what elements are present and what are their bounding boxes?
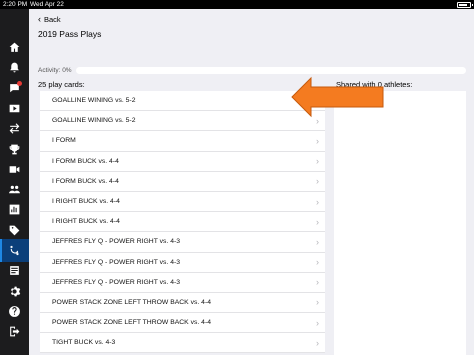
- sidebar-item-cards[interactable]: [5, 261, 24, 280]
- play-card-row[interactable]: I FORM BUCK vs. 4-4 ›: [40, 152, 325, 172]
- play-card-label: JEFFRES FLY Q - POWER RIGHT vs. 4-3: [52, 278, 181, 286]
- play-card-row[interactable]: TIGHT BUCK vs. 4-3 ›: [40, 333, 325, 354]
- play-card-label: I FORM: [52, 137, 76, 145]
- chevron-right-icon: ›: [316, 156, 319, 167]
- back-label: Back: [44, 15, 61, 24]
- play-card-count: 25 play cards:: [38, 80, 85, 89]
- play-card-label: I FORM BUCK vs. 4-4: [52, 157, 119, 165]
- tag-icon: [8, 224, 21, 237]
- question-icon: [8, 305, 21, 318]
- chevron-right-icon: ›: [316, 337, 319, 348]
- sidebar-item-bell[interactable]: [5, 58, 24, 77]
- play-card-row[interactable]: I RIGHT BUCK vs. 4-4 ›: [40, 212, 325, 233]
- play-card-label: I FORM BUCK vs. 4-4: [52, 177, 119, 185]
- activity-progress-bar: [76, 67, 466, 74]
- sidebar-item-playbook[interactable]: [0, 239, 29, 262]
- status-bar: 2:20 PM Wed Apr 22: [0, 0, 474, 9]
- chevron-right-icon: ›: [316, 236, 319, 247]
- play-card-list: GOALLINE WINING vs. 5-2›GOALLINE WINING …: [40, 91, 325, 354]
- home-icon: [8, 41, 21, 54]
- play-card-row[interactable]: I RIGHT BUCK vs. 4-4 ›: [40, 192, 325, 213]
- sidebar-item-chat[interactable]: [5, 79, 24, 98]
- play-card-row[interactable]: GOALLINE WINING vs. 5-2›: [40, 91, 325, 112]
- chevron-right-icon: ›: [316, 277, 319, 288]
- swap-icon: [8, 122, 21, 135]
- sidebar-item-camera[interactable]: [5, 160, 24, 179]
- sidebar-item-users[interactable]: [5, 180, 24, 199]
- play-card-row[interactable]: I FORM BUCK vs. 4-4 ›: [40, 172, 325, 192]
- chevron-right-icon: ›: [316, 135, 319, 146]
- chevron-right-icon: ›: [316, 176, 319, 187]
- playbook-icon: [8, 244, 21, 257]
- play-card-label: JEFFRES FLY Q - POWER RIGHT vs. 4-3: [52, 238, 181, 246]
- play-card-label: POWER STACK ZONE LEFT THROW BACK vs. 4-4: [52, 298, 211, 306]
- sidebar-item-video[interactable]: [5, 99, 24, 118]
- play-card-label: GOALLINE WINING vs. 5-2: [52, 97, 136, 105]
- sidebar-item-gear[interactable]: [5, 282, 24, 301]
- chevron-right-icon: ›: [316, 317, 319, 328]
- camera-icon: [8, 163, 21, 176]
- chevron-right-icon: ›: [316, 216, 319, 227]
- play-card-row[interactable]: JEFFRES FLY Q - POWER RIGHT vs. 4-3 ›: [40, 253, 325, 273]
- play-card-row[interactable]: JEFFRES FLY Q - POWER RIGHT vs. 4-3 ›: [40, 273, 325, 293]
- play-card-label: POWER STACK ZONE LEFT THROW BACK vs. 4-4: [52, 319, 211, 327]
- logout-icon: [8, 325, 21, 338]
- chevron-right-icon: ›: [316, 257, 319, 268]
- sidebar-item-home[interactable]: [5, 38, 24, 57]
- play-card-row[interactable]: I FORM ›: [40, 131, 325, 152]
- chevron-right-icon: ›: [316, 297, 319, 308]
- battery-level: [459, 3, 467, 6]
- play-card-row[interactable]: GOALLINE WINING vs. 5-2›: [40, 111, 325, 132]
- play-card-label: TIGHT BUCK vs. 4-3: [52, 339, 116, 347]
- status-date: Wed Apr 22: [30, 1, 64, 8]
- sidebar-item-tag[interactable]: [5, 221, 24, 240]
- video-icon: [8, 102, 21, 115]
- play-card-row[interactable]: POWER STACK ZONE LEFT THROW BACK vs. 4-4…: [40, 313, 325, 334]
- play-card-label: I RIGHT BUCK vs. 4-4: [52, 198, 120, 206]
- play-card-label: I RIGHT BUCK vs. 4-4: [52, 218, 120, 226]
- shared-athletes-panel: [334, 91, 466, 355]
- notification-badge: [17, 80, 22, 86]
- status-time: 2:20 PM: [3, 1, 28, 8]
- sidebar-item-chart[interactable]: [5, 200, 24, 219]
- battery-icon: [457, 1, 473, 8]
- sidebar-item-trophy[interactable]: [5, 140, 24, 159]
- cards-icon: [8, 264, 21, 277]
- back-button[interactable]: ‹ Back: [38, 14, 61, 25]
- play-card-label: JEFFRES FLY Q - POWER RIGHT vs. 4-3: [52, 258, 181, 266]
- bell-icon: [8, 61, 21, 74]
- sidebar-item-logout[interactable]: [5, 322, 24, 341]
- chevron-right-icon: ›: [316, 196, 319, 207]
- users-icon: [8, 183, 21, 196]
- play-card-row[interactable]: JEFFRES FLY Q - POWER RIGHT vs. 4-3 ›: [40, 232, 325, 253]
- play-card-row[interactable]: POWER STACK ZONE LEFT THROW BACK vs. 4-4…: [40, 293, 325, 314]
- chevron-left-icon: ‹: [38, 14, 41, 24]
- sidebar-item-question[interactable]: [5, 302, 24, 321]
- page-title: 2019 Pass Plays: [38, 29, 102, 39]
- sidebar: [0, 9, 29, 355]
- trophy-icon: [8, 143, 21, 156]
- gear-icon: [8, 285, 21, 298]
- play-card-label: GOALLINE WINING vs. 5-2: [52, 117, 136, 125]
- activity-label: Activity: 0%: [38, 67, 72, 74]
- chart-icon: [8, 203, 21, 216]
- arrow-pointer-icon: [291, 76, 384, 118]
- main-content: ‹ Back 2019 Pass Plays Activity: 0% 25 p…: [29, 9, 474, 355]
- sidebar-item-swap[interactable]: [5, 119, 24, 138]
